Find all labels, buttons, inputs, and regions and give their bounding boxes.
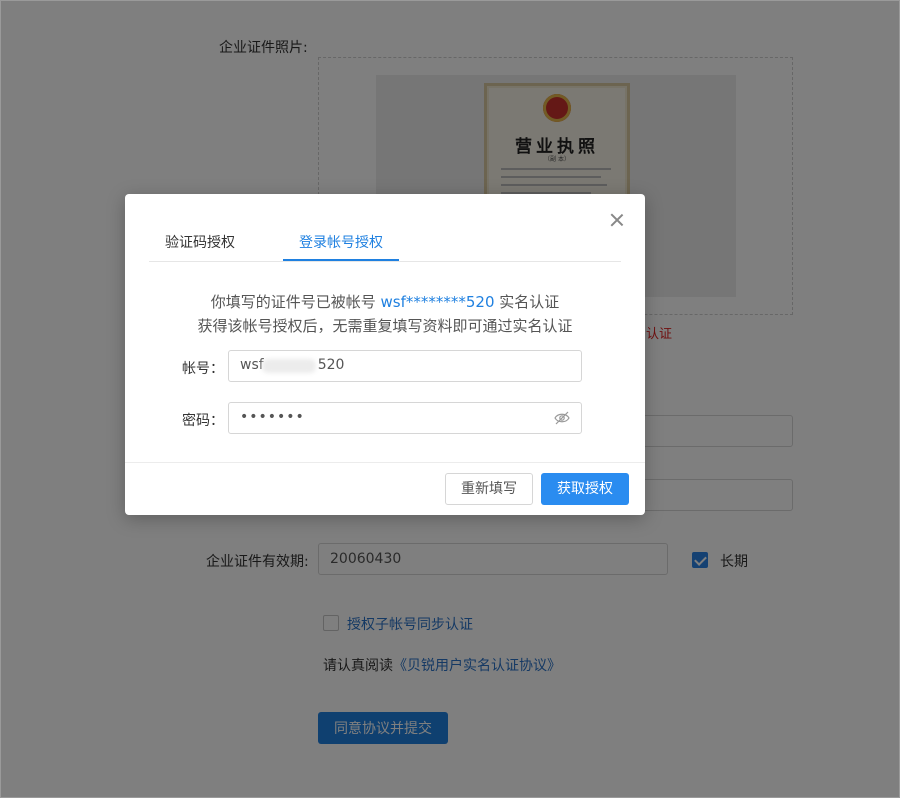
message-line-1: 你填写的证件号已被帐号 wsf********520 实名认证 — [125, 291, 645, 312]
account-input[interactable]: wsf 520 — [228, 350, 582, 382]
tab-verification-code[interactable]: 验证码授权 — [165, 232, 235, 252]
tab-account-login[interactable]: 登录帐号授权 — [299, 232, 383, 252]
account-suffix: 520 — [317, 357, 345, 373]
password-input[interactable]: ••••••• — [228, 402, 582, 434]
active-tab-indicator — [283, 259, 399, 261]
message-line-2: 获得该帐号授权后，无需重复填写资料即可通过实名认证 — [197, 317, 573, 335]
password-value: ••••••• — [240, 409, 305, 425]
reset-button[interactable]: 重新填写 — [445, 473, 533, 505]
account-label: 帐号： — [182, 361, 224, 377]
footer-divider — [125, 462, 645, 463]
password-label: 密码： — [182, 413, 224, 429]
account-prefix: wsf — [240, 357, 264, 373]
eye-off-icon[interactable] — [554, 411, 570, 425]
get-authorization-button[interactable]: 获取授权 — [541, 473, 629, 505]
masked-account: wsf********520 — [380, 293, 495, 311]
window-frame: 企业证件照片: 营业执照 （副 本） 名认证 企业证件有效期: 20060430 — [0, 0, 900, 798]
message-suffix: 实名认证 — [499, 293, 560, 311]
auth-tabs: 验证码授权 登录帐号授权 — [149, 220, 621, 262]
redacted-mask — [262, 359, 316, 373]
authorization-dialog: 验证码授权 登录帐号授权 你填写的证件号已被帐号 wsf********520 … — [125, 194, 645, 515]
message-prefix: 你填写的证件号已被帐号 — [210, 293, 376, 311]
